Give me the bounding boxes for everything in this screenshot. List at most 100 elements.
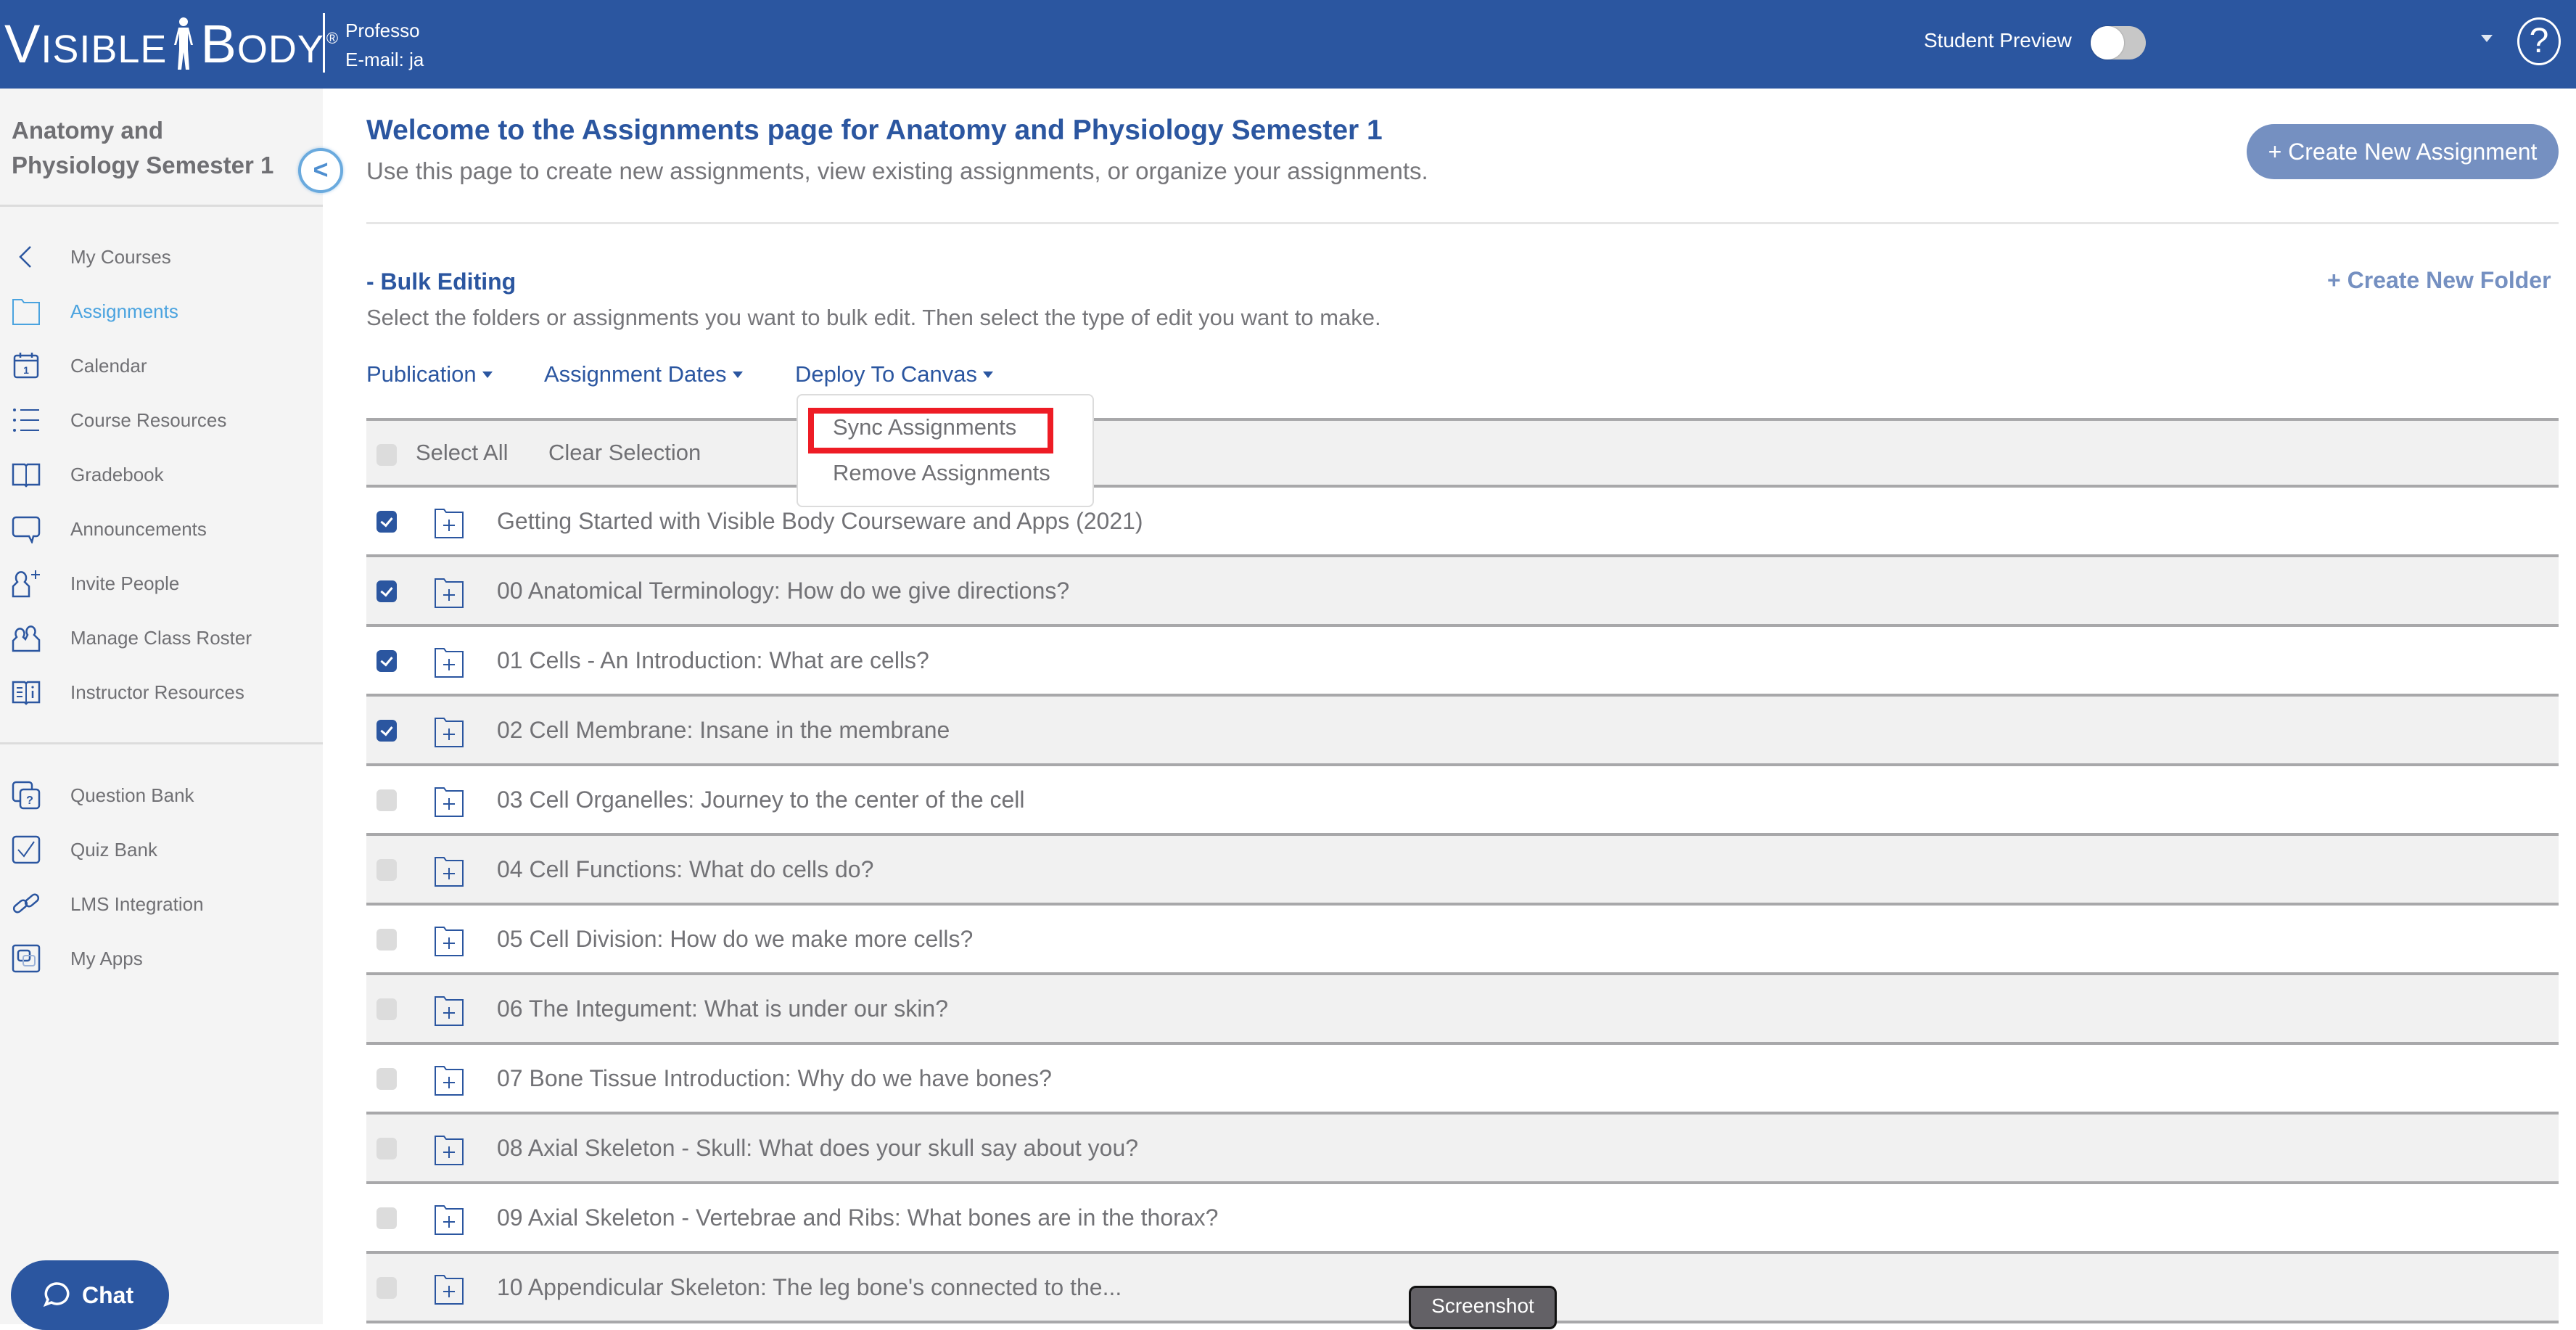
sidebar-item-label: Announcements xyxy=(70,517,207,540)
sidebar-item-my-courses[interactable]: My Courses xyxy=(0,235,323,279)
user-name: Professo xyxy=(345,20,420,41)
folder-checkbox[interactable] xyxy=(376,720,397,742)
sidebar-item-announcements[interactable]: Announcements xyxy=(0,507,323,551)
top-header: VISIBLE BODY ® Professo E-mail: ja Stude… xyxy=(0,0,2576,89)
create-new-folder-link[interactable]: + Create New Folder xyxy=(2327,267,2551,294)
folder-row[interactable]: 07 Bone Tissue Introduction: Why do we h… xyxy=(366,1045,2559,1115)
folder-row[interactable]: 03 Cell Organelles: Journey to the cente… xyxy=(366,766,2559,836)
folder-expand-icon[interactable] xyxy=(433,924,465,958)
sidebar-item-lms-integration[interactable]: LMS Integration xyxy=(0,882,323,926)
folder-expand-icon[interactable] xyxy=(433,506,465,540)
add-person-icon xyxy=(12,570,40,598)
folder-expand-icon[interactable] xyxy=(433,1203,465,1236)
folder-expand-icon[interactable] xyxy=(433,576,465,609)
folder-expand-icon[interactable] xyxy=(433,1273,465,1306)
deploy-to-canvas-menu[interactable]: Deploy To Canvas xyxy=(795,361,994,387)
clear-selection-button[interactable]: Clear Selection xyxy=(548,440,701,466)
folder-checkbox[interactable] xyxy=(376,650,397,672)
sidebar-item-label: My Apps xyxy=(70,947,143,969)
folder-row[interactable]: 01 Cells - An Introduction: What are cel… xyxy=(366,627,2559,697)
folder-name[interactable]: 07 Bone Tissue Introduction: Why do we h… xyxy=(497,1065,1052,1092)
sidebar-item-manage-class-roster[interactable]: Manage Class Roster xyxy=(0,616,323,660)
sidebar-item-label: Course Resources xyxy=(70,409,227,431)
folder-expand-icon[interactable] xyxy=(433,994,465,1027)
folder-name[interactable]: Getting Started with Visible Body Course… xyxy=(497,508,1143,535)
folder-checkbox[interactable] xyxy=(376,1068,397,1090)
svg-text:?: ? xyxy=(26,795,33,807)
sidebar-item-invite-people[interactable]: Invite People xyxy=(0,562,323,605)
chat-button[interactable]: Chat xyxy=(11,1260,169,1330)
folder-row[interactable]: 09 Axial Skeleton - Vertebrae and Ribs: … xyxy=(366,1184,2559,1254)
user-info: Professo E-mail: ja xyxy=(345,16,424,74)
folder-name[interactable]: 08 Axial Skeleton - Skull: What does you… xyxy=(497,1135,1138,1162)
folder-row[interactable]: 00 Anatomical Terminology: How do we giv… xyxy=(366,557,2559,627)
folder-row[interactable]: Getting Started with Visible Body Course… xyxy=(366,488,2559,557)
page-subtitle: Use this page to create new assignments,… xyxy=(366,157,1428,184)
question-cards-icon: ? xyxy=(12,781,41,810)
sidebar-item-question-bank[interactable]: ? Question Bank xyxy=(0,773,323,817)
info-book-icon xyxy=(12,681,41,705)
folder-expand-icon[interactable] xyxy=(433,1064,465,1097)
help-icon[interactable]: ? xyxy=(2517,17,2561,65)
folder-checkbox[interactable] xyxy=(376,1138,397,1159)
caret-down-icon xyxy=(732,371,743,378)
chevron-left-icon xyxy=(19,246,31,268)
sidebar-item-my-apps[interactable]: My Apps xyxy=(0,937,323,980)
sidebar-item-gradebook[interactable]: Gradebook xyxy=(0,453,323,496)
student-preview-toggle[interactable] xyxy=(2091,26,2146,59)
create-new-assignment-button[interactable]: + Create New Assignment xyxy=(2247,124,2559,179)
sidebar-divider xyxy=(0,742,323,744)
folder-checkbox[interactable] xyxy=(376,929,397,951)
sidebar-item-instructor-resources[interactable]: Instructor Resources xyxy=(0,670,323,714)
folder-name[interactable]: 05 Cell Division: How do we make more ce… xyxy=(497,926,973,953)
folder-checkbox[interactable] xyxy=(376,998,397,1020)
sidebar-item-label: Manage Class Roster xyxy=(70,626,252,649)
folder-row[interactable]: 06 The Integument: What is under our ski… xyxy=(366,975,2559,1045)
folder-expand-icon[interactable] xyxy=(433,855,465,888)
screenshot-tooltip: Screenshot xyxy=(1409,1286,1557,1329)
folder-expand-icon[interactable] xyxy=(433,1133,465,1167)
folder-name[interactable]: 09 Axial Skeleton - Vertebrae and Ribs: … xyxy=(497,1204,1218,1231)
folder-expand-icon[interactable] xyxy=(433,646,465,679)
user-menu-caret-icon[interactable] xyxy=(2481,35,2493,42)
folder-row[interactable]: 04 Cell Functions: What do cells do? xyxy=(366,836,2559,906)
bulk-editing-toggle[interactable]: - Bulk Editing xyxy=(366,268,516,295)
select-all-checkbox[interactable] xyxy=(376,444,397,466)
collapse-sidebar-button[interactable]: < xyxy=(298,148,343,193)
sidebar-item-label: Invite People xyxy=(70,572,180,594)
folder-name[interactable]: 03 Cell Organelles: Journey to the cente… xyxy=(497,787,1025,813)
folder-expand-icon[interactable] xyxy=(433,785,465,818)
folder-name[interactable]: 10 Appendicular Skeleton: The leg bone's… xyxy=(497,1274,1122,1301)
folder-name[interactable]: 02 Cell Membrane: Insane in the membrane xyxy=(497,717,950,744)
folder-checkbox[interactable] xyxy=(376,1207,397,1229)
bulk-editing-description: Select the folders or assignments you wa… xyxy=(366,305,1381,330)
visible-body-logo[interactable]: VISIBLE BODY ® xyxy=(4,14,339,74)
sidebar-item-calendar[interactable]: 1 Calendar xyxy=(0,344,323,387)
sync-assignments-option[interactable]: Sync Assignments xyxy=(833,414,1016,440)
sidebar-item-label: LMS Integration xyxy=(70,892,204,915)
folder-expand-icon[interactable] xyxy=(433,715,465,749)
publication-menu[interactable]: Publication xyxy=(366,361,493,387)
folder-checkbox[interactable] xyxy=(376,511,397,533)
sidebar-item-course-resources[interactable]: Course Resources xyxy=(0,398,323,442)
people-icon xyxy=(12,625,41,652)
caret-down-icon xyxy=(983,371,994,378)
folder-row[interactable]: 02 Cell Membrane: Insane in the membrane xyxy=(366,697,2559,766)
remove-assignments-option[interactable]: Remove Assignments xyxy=(833,460,1050,486)
folder-name[interactable]: 04 Cell Functions: What do cells do? xyxy=(497,856,873,883)
folder-row[interactable]: 05 Cell Division: How do we make more ce… xyxy=(366,906,2559,975)
sidebar-item-assignments[interactable]: Assignments xyxy=(0,290,323,333)
sidebar-item-label: Quiz Bank xyxy=(70,838,157,861)
folder-name[interactable]: 00 Anatomical Terminology: How do we giv… xyxy=(497,578,1069,604)
folder-name[interactable]: 06 The Integument: What is under our ski… xyxy=(497,996,948,1022)
folder-row[interactable]: 08 Axial Skeleton - Skull: What does you… xyxy=(366,1115,2559,1184)
folder-checkbox[interactable] xyxy=(376,789,397,811)
folder-name[interactable]: 01 Cells - An Introduction: What are cel… xyxy=(497,647,929,674)
select-all-button[interactable]: Select All xyxy=(416,440,509,466)
folder-checkbox[interactable] xyxy=(376,1277,397,1299)
folder-checkbox[interactable] xyxy=(376,859,397,881)
folder-checkbox[interactable] xyxy=(376,580,397,602)
assignment-folder-list: Select All Clear Selection Getting Start… xyxy=(366,418,2559,1323)
assignment-dates-menu[interactable]: Assignment Dates xyxy=(544,361,743,387)
sidebar-item-quiz-bank[interactable]: Quiz Bank xyxy=(0,828,323,871)
